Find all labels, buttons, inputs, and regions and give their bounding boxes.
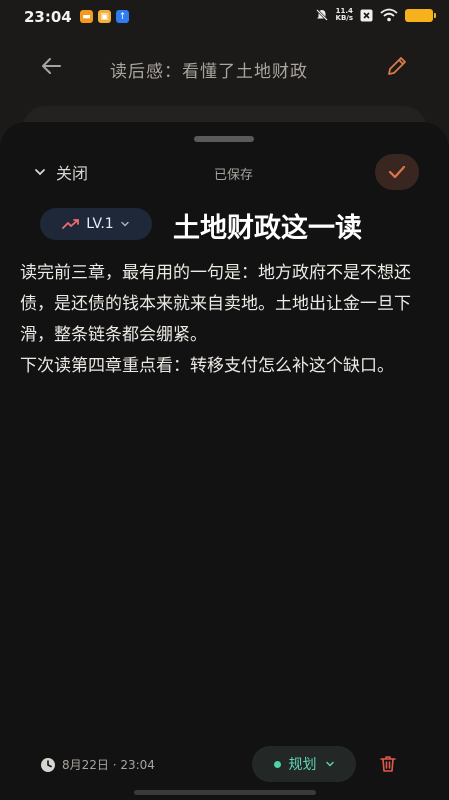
net-speed: 11.4 KB/s [335,7,353,22]
category-label: 规划 [288,757,317,773]
chevron-down-icon [325,761,334,767]
note-body[interactable]: 读完前三章，最有用的一句是：地方政府不是不想还债，是还债的钱本来就来自卖地。土地… [20,258,430,382]
drag-handle[interactable] [194,136,254,142]
category-dot [273,760,281,768]
level-selector[interactable]: LV.1 [40,208,152,240]
app-notification-icon: ▣ [98,10,111,23]
top-bar: 读后感：看懂了土地财政 [0,44,449,88]
app-notification-icon: ▬ [80,10,93,23]
chevron-down-icon [121,221,129,227]
status-bar: 23:04 ▬ ▣ ↑ 11.4 KB/s [0,0,449,36]
trending-up-icon [62,219,80,229]
category-selector[interactable]: 规划 [252,746,356,782]
title-row: LV.1 土地财政这一读 [40,204,449,246]
confirm-button[interactable] [375,154,419,190]
editor-footer: 8月22日 · 23:04 规划 [0,744,449,784]
network-x-icon [360,9,373,21]
status-right: 11.4 KB/s [315,7,436,22]
note-editor-sheet: 关闭 已保存 LV.1 土地财政这一读 读完前三章，最有用的一句是：地方政府不是… [0,122,449,800]
status-app-icons: ▬ ▣ ↑ [80,10,129,23]
trash-icon[interactable] [378,754,398,774]
close-button[interactable]: 关闭 [34,160,88,184]
date-text: 8月22日 · 23:04 [62,758,155,772]
wifi-icon [380,8,398,22]
upload-icon: ↑ [116,10,129,23]
clock-icon [41,757,55,772]
note-title[interactable]: 土地财政这一读 [173,206,362,245]
page-title: 读后感：看懂了土地财政 [110,62,308,82]
pencil-icon[interactable] [385,54,409,78]
battery-icon [405,8,436,22]
arrow-left-icon[interactable] [38,52,66,80]
check-icon [388,165,406,179]
saved-status: 已保存 [214,168,254,183]
close-label: 关闭 [56,164,89,183]
status-time: 23:04 [24,8,72,26]
home-indicator [134,790,316,795]
level-label: LV.1 [86,216,114,232]
chevron-down-icon [35,169,45,176]
note-date: 8月22日 · 23:04 [40,756,155,773]
mute-icon [315,9,328,21]
